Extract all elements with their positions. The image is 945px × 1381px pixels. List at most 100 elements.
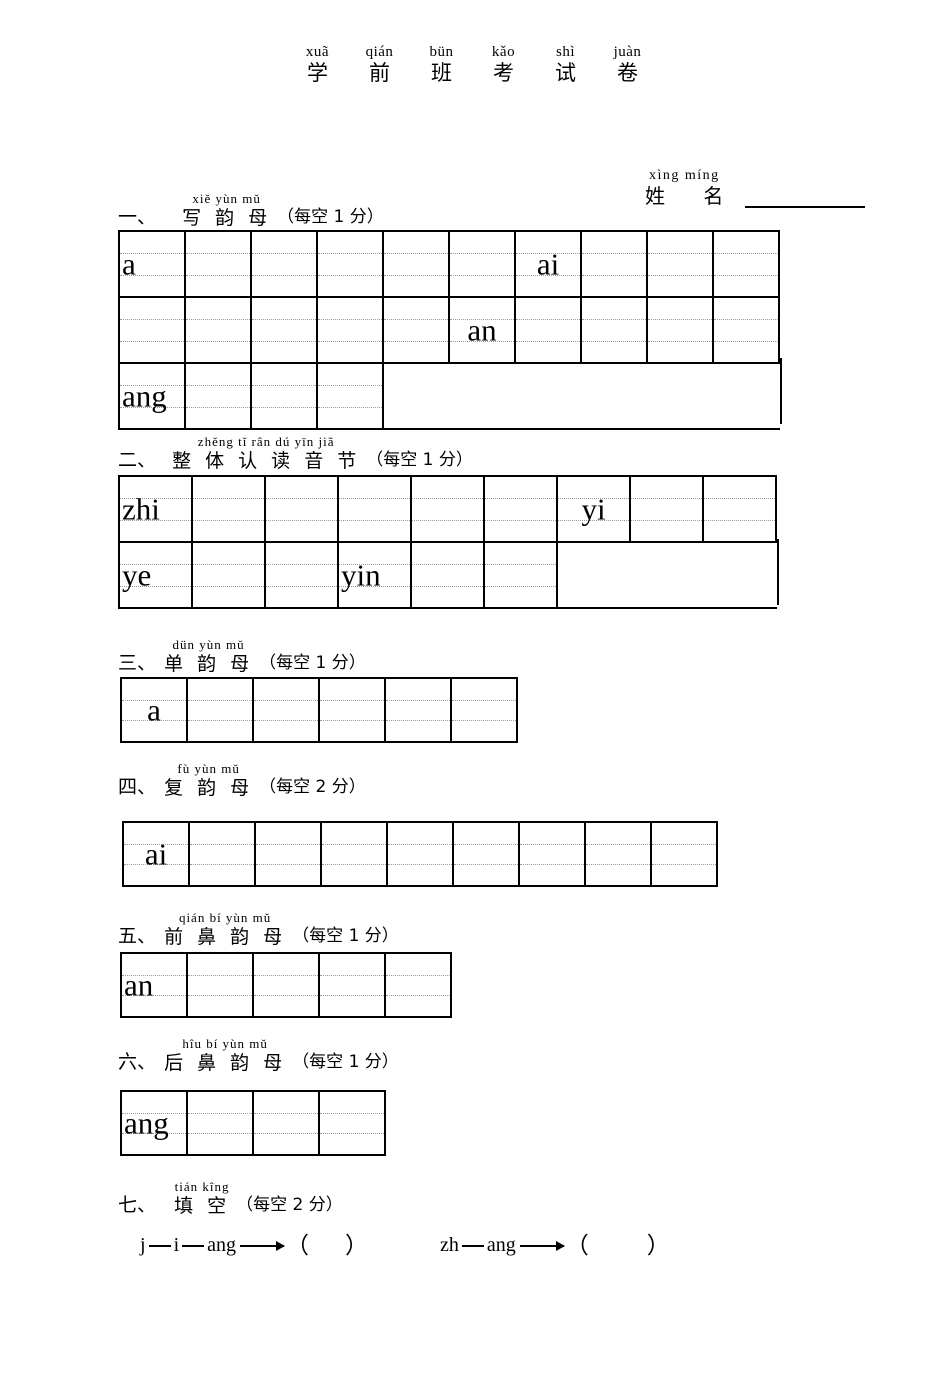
- grid-cell[interactable]: ang: [122, 1092, 188, 1154]
- grid-cell[interactable]: [714, 298, 780, 362]
- title-pinyin: kǎo: [491, 44, 516, 60]
- section-title-ruby: tián kîng 填 空: [172, 1180, 232, 1218]
- grid-cell[interactable]: [454, 823, 520, 885]
- grid-cell[interactable]: [193, 543, 266, 607]
- grid-cell[interactable]: [386, 954, 452, 1016]
- grid-cell[interactable]: a: [120, 232, 186, 296]
- section-number: 三、: [118, 652, 157, 674]
- grid-cell[interactable]: a: [122, 679, 188, 741]
- student-name-field: xìng míng 姓 名: [645, 168, 866, 208]
- grid-cell[interactable]: [252, 232, 318, 296]
- grid-cell[interactable]: [186, 298, 252, 362]
- section-title-ruby: dün yùn mǔ 单 韵 母: [162, 638, 255, 676]
- grid-cell[interactable]: [318, 232, 384, 296]
- grid-cell[interactable]: [186, 364, 252, 428]
- grid-cell[interactable]: an: [450, 298, 516, 362]
- title-hanzi: 考: [493, 61, 514, 85]
- grid-cell[interactable]: [648, 298, 714, 362]
- grid-cell[interactable]: [322, 823, 388, 885]
- section-header-7: 七、 tián kîng 填 空 （每空 2 分）: [118, 1180, 343, 1218]
- grid-cell[interactable]: [652, 823, 718, 885]
- grid-cell[interactable]: [384, 298, 450, 362]
- grid-cell[interactable]: [582, 232, 648, 296]
- grid-row: ye yin: [118, 541, 777, 609]
- title-pinyin: qián: [365, 44, 394, 60]
- grid-cell[interactable]: ang: [120, 364, 186, 428]
- grid-cell[interactable]: [485, 477, 558, 541]
- grid-cell[interactable]: [450, 232, 516, 296]
- grid-cell[interactable]: [452, 679, 518, 741]
- grid-cell[interactable]: [266, 477, 339, 541]
- fill-item-1-final: ang: [207, 1233, 237, 1256]
- grid-cell[interactable]: ai: [516, 232, 582, 296]
- cell-text: ang: [122, 378, 167, 414]
- grid-cell[interactable]: [252, 364, 318, 428]
- grid-cell[interactable]: [320, 1092, 386, 1154]
- grid-cell[interactable]: [186, 232, 252, 296]
- cell-text: ai: [144, 836, 168, 872]
- grid-cell[interactable]: [388, 823, 454, 885]
- cell-text: ai: [536, 246, 560, 282]
- dash-separator: [461, 1245, 484, 1248]
- grid-cell[interactable]: [188, 679, 254, 741]
- grid-cell[interactable]: ye: [120, 543, 193, 607]
- grid-cell[interactable]: an: [122, 954, 188, 1016]
- grid-cell[interactable]: [648, 232, 714, 296]
- title-char: qián 前: [349, 44, 411, 85]
- section-header-1: 一、 xiě yùn mǔ 写 韵 母 （每空 1 分）: [118, 192, 384, 230]
- grid-row: zhi yi: [118, 475, 777, 541]
- grid-cell[interactable]: [188, 1092, 254, 1154]
- name-input[interactable]: [745, 186, 866, 208]
- cell-text: an: [124, 967, 154, 1003]
- section-header-5: 五、 qián bí yùn mǔ 前 鼻 韵 母 （每空 1 分）: [118, 911, 399, 949]
- grid-cell[interactable]: [318, 364, 384, 428]
- grid-cell[interactable]: [320, 679, 386, 741]
- grid-cell[interactable]: [412, 543, 485, 607]
- grid-cell[interactable]: [320, 954, 386, 1016]
- section-label: 复 韵 母: [164, 777, 254, 799]
- cell-text: yi: [581, 491, 606, 527]
- paren-close: ）: [646, 1233, 670, 1259]
- table-right-border: [777, 539, 779, 605]
- grid-cell[interactable]: [631, 477, 704, 541]
- grid-cell[interactable]: [266, 543, 339, 607]
- grid-cell[interactable]: [252, 298, 318, 362]
- grid-cell[interactable]: [384, 232, 450, 296]
- grid-cell[interactable]: [254, 954, 320, 1016]
- section-title-ruby: xiě yùn mǔ 写 韵 母: [180, 192, 273, 230]
- grid-cell[interactable]: [586, 823, 652, 885]
- title-pinyin: shì: [555, 44, 575, 60]
- grid-cell[interactable]: [714, 232, 780, 296]
- section-pinyin: dün yùn mǔ: [172, 637, 245, 652]
- grid-cell[interactable]: [386, 679, 452, 741]
- grid-row: an: [120, 952, 452, 1018]
- grid-cell[interactable]: [485, 543, 558, 607]
- grid-table-5: an: [120, 952, 452, 1018]
- page-title: xuã 学 qián 前 bün 班 kǎo 考 shì 试 juàn 卷: [0, 44, 945, 85]
- fill-item-1-initial: j: [140, 1233, 146, 1256]
- grid-cell[interactable]: [256, 823, 322, 885]
- grid-cell[interactable]: [188, 954, 254, 1016]
- grid-cell[interactable]: [254, 679, 320, 741]
- grid-cell[interactable]: [339, 477, 412, 541]
- section-header-6: 六、 hîu bí yùn mǔ 后 鼻 韵 母 （每空 1 分）: [118, 1037, 399, 1075]
- grid-cell[interactable]: [704, 477, 777, 541]
- grid-cell[interactable]: [516, 298, 582, 362]
- grid-cell[interactable]: yin: [339, 543, 412, 607]
- grid-cell[interactable]: ai: [124, 823, 190, 885]
- grid-table-3: a: [120, 677, 518, 743]
- section-title-ruby: qián bí yùn mǔ 前 鼻 韵 母: [162, 911, 288, 949]
- grid-cell[interactable]: yi: [558, 477, 631, 541]
- grid-cell[interactable]: zhi: [120, 477, 193, 541]
- grid-cell[interactable]: [254, 1092, 320, 1154]
- section-points: （每空 2 分）: [259, 777, 366, 797]
- grid-cell[interactable]: [582, 298, 648, 362]
- grid-cell[interactable]: [412, 477, 485, 541]
- section-number: 七、: [118, 1194, 157, 1216]
- grid-cell[interactable]: [193, 477, 266, 541]
- grid-cell[interactable]: [520, 823, 586, 885]
- grid-cell[interactable]: [120, 298, 186, 362]
- grid-cell[interactable]: [318, 298, 384, 362]
- grid-cell[interactable]: [190, 823, 256, 885]
- grid-table-1: a ai an ang: [118, 230, 782, 430]
